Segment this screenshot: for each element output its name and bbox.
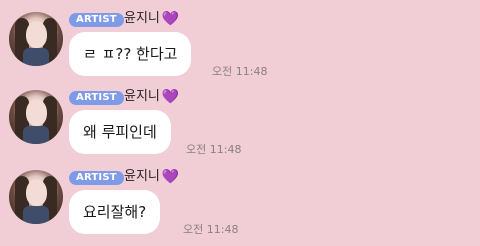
avatar-body: [23, 206, 49, 224]
artist-badge: ARTIST: [69, 91, 124, 105]
avatar-face: [26, 21, 47, 48]
purple-heart-icon: 💜: [161, 11, 180, 27]
sender-name: 윤지니 💜: [124, 168, 179, 186]
chat-message: ARTIST 윤지니 💜 왜 루피인데 오전 11:48: [0, 86, 480, 166]
sender-name: 윤지니 💜: [124, 88, 179, 106]
avatar-face: [26, 99, 47, 126]
purple-heart-icon: 💜: [161, 169, 180, 185]
sender-name-text: 윤지니: [124, 89, 160, 104]
purple-heart-icon: 💜: [161, 89, 180, 105]
chat-message: ARTIST 윤지니 💜 요리잘해? 오전 11:48: [0, 166, 480, 246]
sender-name: 윤지니 💜: [124, 10, 179, 28]
message-bubble[interactable]: 왜 루피인데: [69, 110, 171, 154]
message-timestamp: 오전 11:48: [186, 143, 242, 156]
sender-name-text: 윤지니: [124, 11, 160, 26]
artist-badge: ARTIST: [69, 171, 124, 185]
avatar[interactable]: [9, 170, 63, 224]
sender-name-text: 윤지니: [124, 169, 160, 184]
avatar-body: [23, 126, 49, 144]
message-bubble[interactable]: ㄹ ㅍ?? 한다고: [69, 32, 192, 76]
avatar[interactable]: [9, 90, 63, 144]
avatar-body: [23, 48, 49, 66]
message-timestamp: 오전 11:48: [183, 223, 239, 236]
message-timestamp: 오전 11:48: [212, 65, 268, 78]
message-bubble[interactable]: 요리잘해?: [69, 190, 161, 234]
chat-message: ARTIST 윤지니 💜 ㄹ ㅍ?? 한다고 오전 11:48: [0, 8, 480, 88]
artist-badge: ARTIST: [69, 13, 124, 27]
avatar[interactable]: [9, 12, 63, 66]
avatar-face: [26, 179, 47, 206]
